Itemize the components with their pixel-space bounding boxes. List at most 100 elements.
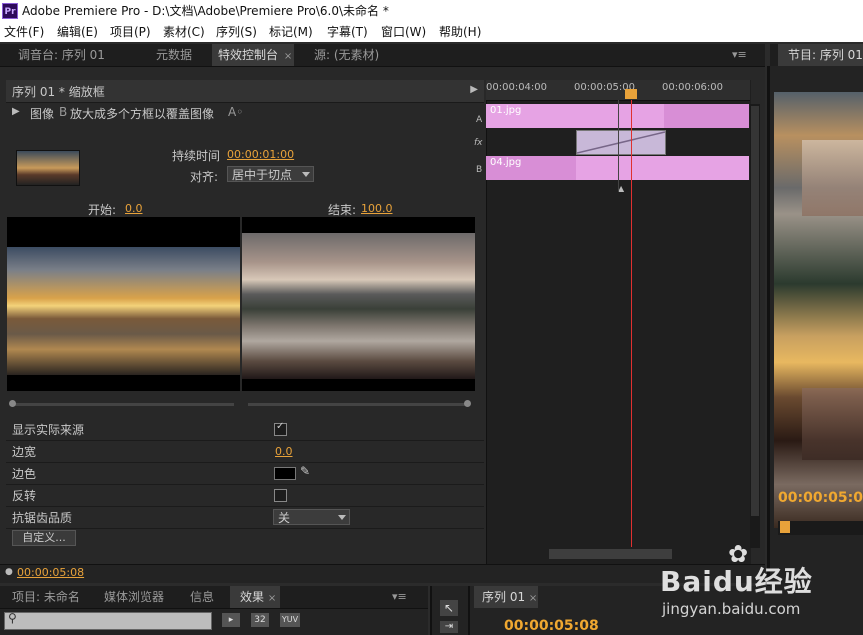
end-slider-handle[interactable] — [464, 400, 471, 407]
cut-line — [618, 100, 619, 192]
sunset-lake-image — [7, 247, 240, 375]
start-preview — [7, 217, 240, 391]
track-label-b: B — [476, 165, 483, 175]
tab-source[interactable]: 源: (无素材) — [306, 44, 416, 66]
clip-a-tail — [664, 104, 749, 128]
yuv-effects-icon[interactable]: YUV — [280, 613, 300, 627]
tab-effects[interactable]: 效果 × — [230, 586, 280, 608]
playhead-handle[interactable] — [625, 89, 637, 99]
program-scrubber[interactable] — [778, 521, 863, 535]
prop-label: 边宽 — [12, 445, 37, 459]
tab-project[interactable]: 项目: 未命名 — [4, 586, 94, 608]
border-color-swatch[interactable] — [274, 467, 296, 480]
prop-label: 反转 — [12, 489, 37, 503]
menu-file[interactable]: 文件(F) — [4, 22, 44, 42]
menu-title[interactable]: 字幕(T) — [327, 22, 368, 42]
effect-name-row: ▶ 图像 B 放大成多个方框以覆盖图像 A◦ — [6, 103, 484, 125]
selection-tool-icon[interactable]: ↖ — [440, 600, 458, 616]
end-value[interactable]: 100.0 — [361, 202, 393, 215]
duration-value[interactable]: 00:00:01:00 — [227, 148, 294, 161]
start-value[interactable]: 0.0 — [125, 202, 143, 215]
program-playhead[interactable] — [780, 521, 790, 533]
effects-search-row: ⚲ ▸ 32 YUV — [0, 609, 428, 635]
menu-clip[interactable]: 素材(C) — [163, 22, 205, 42]
tab-label: 序列 01 — [482, 590, 526, 604]
tab-effect-controls[interactable]: 特效控制台 × — [212, 44, 294, 66]
close-icon[interactable]: × — [268, 593, 276, 604]
prop-row-border-width: 边宽 0.0 — [6, 440, 484, 463]
align-dropdown[interactable]: 居中于切点 — [227, 166, 314, 182]
start-slider[interactable] — [12, 403, 234, 406]
search-icon: ⚲ — [8, 611, 17, 625]
tab-audio-mixer[interactable]: 调音台: 序列 01 — [6, 44, 144, 66]
end-label: 结束: — [328, 203, 357, 217]
custom-button[interactable]: 自定义... — [12, 530, 76, 546]
effect-label-c: A◦ — [228, 105, 244, 119]
menu-edit[interactable]: 编辑(E) — [57, 22, 98, 42]
transition-clip[interactable] — [576, 130, 666, 155]
bottom-tab-row: 项目: 未命名 媒体浏览器 信息 效果 × ▾≡ — [0, 586, 428, 609]
watermark-brand: Baidu经验 — [660, 565, 813, 598]
duration-label: 持续时间 — [172, 149, 221, 163]
show-source-checkbox[interactable]: ✓ — [274, 421, 287, 436]
transition-thumbnail — [16, 150, 80, 186]
watermark-url: jingyan.baidu.com — [662, 600, 801, 618]
zoom-box-tile — [802, 388, 863, 460]
eyedropper-icon[interactable]: ✎ — [300, 464, 310, 478]
menu-window[interactable]: 窗口(W) — [381, 22, 426, 42]
chevron-down-icon — [338, 515, 346, 520]
zoom-box-tile — [802, 140, 863, 216]
track-select-tool-icon[interactable]: ⇥ — [440, 621, 458, 633]
tab-sequence[interactable]: 序列 01 × — [474, 586, 538, 608]
accelerated-effects-icon[interactable]: ▸ — [222, 613, 240, 627]
menu-help[interactable]: 帮助(H) — [439, 22, 481, 42]
top-tab-row: 调音台: 序列 01 元数据 特效控制台 × 源: (无素材) ▾≡ — [0, 44, 765, 67]
program-monitor: 00:00:05:08 — [767, 66, 863, 586]
timeline-hscroll[interactable] — [549, 549, 672, 559]
fx-icon: fx — [474, 138, 483, 148]
sequence-timecode[interactable]: 00:00:05:08 — [504, 618, 599, 634]
check-icon: ✓ — [276, 421, 285, 432]
vscroll-thumb[interactable] — [751, 106, 759, 516]
play-icon[interactable]: ▶ — [470, 84, 478, 95]
mountain-lake-image — [242, 233, 475, 379]
close-icon[interactable]: × — [529, 593, 537, 604]
prop-row-antialias: 抗锯齿品质 关 — [6, 506, 484, 529]
tab-media-browser[interactable]: 媒体浏览器 — [96, 586, 176, 608]
panel-menu-icon[interactable]: ▾≡ — [732, 48, 747, 61]
tab-metadata[interactable]: 元数据 — [146, 44, 206, 66]
timeline-vscroll[interactable] — [750, 104, 760, 548]
panel-menu-icon[interactable]: ▾≡ — [392, 590, 407, 603]
menu-sequence[interactable]: 序列(S) — [216, 22, 257, 42]
transition-diagonal-icon — [577, 131, 665, 154]
play-preview-icon[interactable]: ▶ — [12, 106, 20, 117]
menu-project[interactable]: 项目(P) — [110, 22, 151, 42]
playhead-line — [631, 100, 632, 547]
tab-program-monitor[interactable]: 节目: 序列 01 — [778, 44, 863, 66]
prop-label: 抗锯齿品质 — [12, 511, 73, 525]
timecode-dot-icon: ● — [5, 567, 13, 577]
program-tab-row: 节目: 序列 01 — [770, 44, 863, 66]
antialias-dropdown[interactable]: 关 — [273, 509, 350, 525]
close-icon[interactable]: × — [284, 51, 292, 62]
prop-label: 边色 — [12, 467, 37, 481]
prop-row-show-source: 显示实际来源 ✓ — [6, 418, 484, 441]
tab-info[interactable]: 信息 — [180, 586, 226, 608]
border-width-value[interactable]: 0.0 — [275, 445, 293, 458]
timeline-ruler[interactable]: 00:00:04:00 00:00:05:00 00:00:06:00 — [486, 80, 750, 101]
effect-status-bar: ● 00:00:05:08 — [0, 564, 765, 583]
effect-timecode[interactable]: 00:00:05:08 — [17, 566, 84, 579]
ruler-tick-label: 00:00:06:00 — [662, 82, 724, 93]
end-slider[interactable] — [248, 403, 470, 406]
tab-label: 特效控制台 — [218, 48, 279, 62]
prop-row-border-color: 边色 ✎ — [6, 462, 484, 485]
program-timecode[interactable]: 00:00:05:08 — [778, 490, 863, 506]
menu-marker[interactable]: 标记(M) — [269, 22, 313, 42]
reverse-checkbox[interactable] — [274, 489, 287, 502]
ruler-tick-label: 00:00:04:00 — [486, 82, 548, 93]
effects-search-input[interactable]: ⚲ — [4, 611, 212, 630]
start-slider-handle[interactable] — [9, 400, 16, 407]
32bit-effects-icon[interactable]: 32 — [251, 613, 269, 627]
prop-label: 显示实际来源 — [12, 423, 85, 437]
menu-bar: 文件(F) 编辑(E) 项目(P) 素材(C) 序列(S) 标记(M) 字幕(T… — [0, 22, 863, 42]
